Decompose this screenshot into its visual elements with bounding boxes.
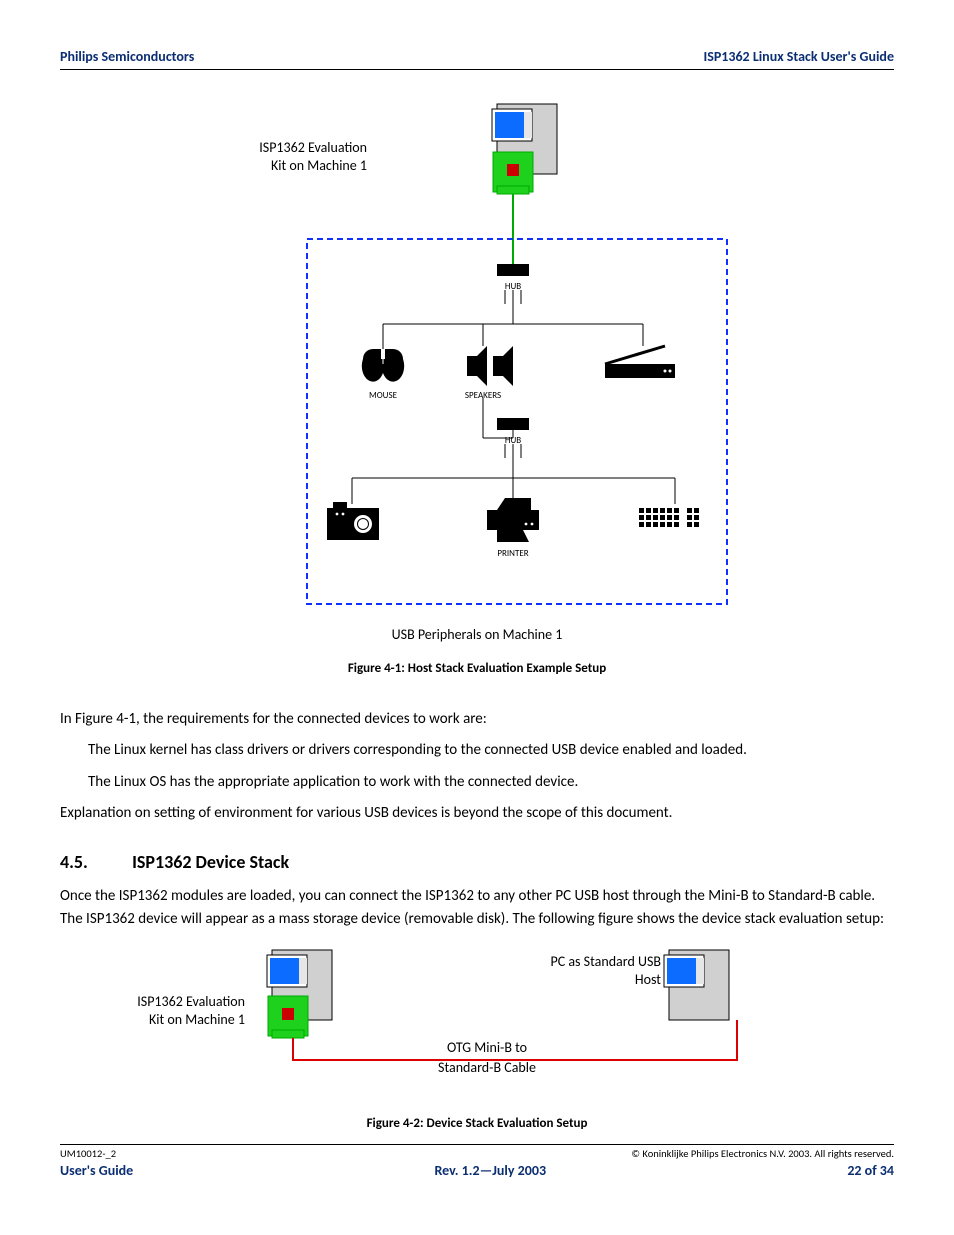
header-left: Philips Semiconductors [60, 48, 194, 65]
fig1-kit-label-l2: Kit on Machine 1 [271, 157, 367, 174]
fig2-left-computer-icon [267, 950, 332, 1038]
printer-label: PRINTER [497, 548, 528, 559]
fig1-caption: USB Peripherals on Machine 1 [60, 626, 894, 643]
footer-doc-id: UM10012-_2 [60, 1147, 116, 1160]
footer-left: User's Guide [60, 1162, 133, 1179]
keyboard-icon [639, 508, 699, 527]
printer-icon [487, 498, 539, 542]
footer-center: Rev. 1.2—July 2003 [434, 1162, 546, 1179]
section-title: ISP1362 Device Stack [132, 851, 289, 873]
fig2-host-l1: PC as Standard USB [550, 953, 661, 970]
hub2-icon [497, 418, 529, 430]
fig1-kit-label-l1: ISP1362 Evaluation [259, 139, 367, 156]
fig1-title: Figure 4-1: Host Stack Evaluation Exampl… [60, 661, 894, 676]
computer-top-icon [492, 104, 557, 194]
fig2-cable-l2: Standard-B Cable [438, 1059, 536, 1076]
mouse-icon [362, 349, 404, 382]
mouse-label: MOUSE [369, 390, 398, 401]
header-right: ISP1362 Linux Stack User's Guide [703, 48, 894, 65]
section-heading-4-5: 4.5. ISP1362 Device Stack [60, 851, 894, 873]
fig2-cable-l1: OTG Mini-B to [447, 1039, 527, 1056]
speakers-icon [467, 346, 513, 386]
para-requirements: In Figure 4-1, the requirements for the … [60, 708, 894, 731]
page-header: Philips Semiconductors ISP1362 Linux Sta… [60, 48, 894, 70]
fig2-right-computer-icon [664, 950, 729, 1020]
fig2-kit-l1: ISP1362 Evaluation [137, 993, 245, 1010]
section-num: 4.5. [60, 851, 128, 873]
figure-4-1-svg: ISP1362 Evaluation Kit on Machine 1 [167, 94, 787, 614]
figure-4-2: ISP1362 Evaluation Kit on Machine 1 PC a… [60, 940, 894, 1110]
fig2-kit-l2: Kit on Machine 1 [149, 1011, 245, 1028]
footer-copyright: © Koninklijke Philips Electronics N.V. 2… [631, 1147, 894, 1160]
fig2-title: Figure 4-2: Device Stack Evaluation Setu… [60, 1116, 894, 1131]
bullet-1: The Linux kernel has class drivers or dr… [60, 739, 894, 762]
fig2-host-l2: Host [635, 971, 661, 988]
figure-4-2-svg: ISP1362 Evaluation Kit on Machine 1 PC a… [97, 940, 857, 1110]
page-footer: UM10012-_2 © Koninklijke Philips Electro… [60, 1144, 894, 1179]
scanner-icon [605, 346, 675, 378]
para-device-stack: Once the ISP1362 modules are loaded, you… [60, 885, 894, 932]
footer-right: 22 of 34 [847, 1162, 894, 1179]
para-scope: Explanation on setting of environment fo… [60, 802, 894, 825]
figure-4-1: ISP1362 Evaluation Kit on Machine 1 [60, 94, 894, 676]
bullet-2: The Linux OS has the appropriate applica… [60, 771, 894, 794]
camera-icon [327, 502, 379, 540]
hub1-icon [497, 264, 529, 276]
